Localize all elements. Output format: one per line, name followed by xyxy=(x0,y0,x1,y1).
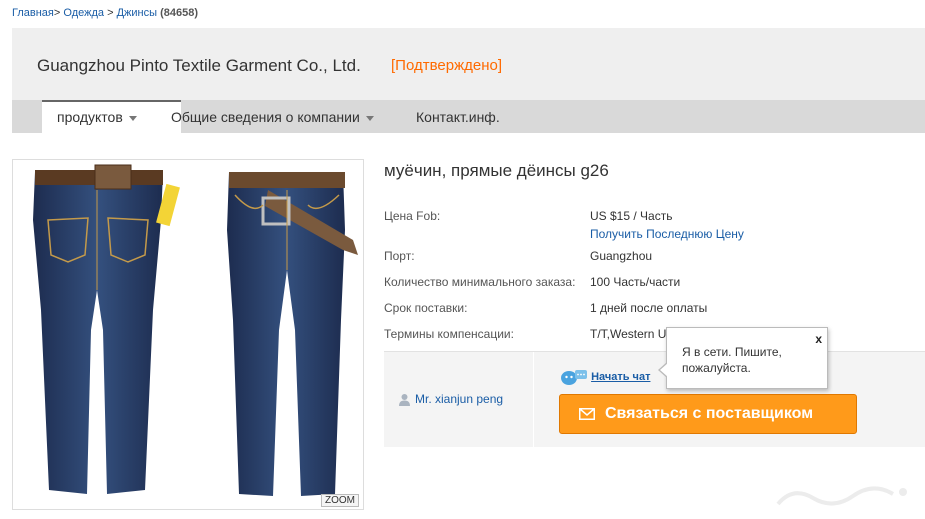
company-name: Guangzhou Pinto Textile Garment Co., Ltd… xyxy=(37,56,361,75)
info-value: Guangzhou xyxy=(590,249,653,263)
chevron-down-icon xyxy=(128,115,137,121)
latest-price-link[interactable]: Получить Последнюю Цену xyxy=(590,227,744,241)
product-image[interactable]: ZOOM xyxy=(12,159,364,510)
contact-box: Mr. xianjun peng Начать чат Связаться с … xyxy=(384,351,925,448)
verified-badge: [Подтверждено] xyxy=(391,57,502,74)
start-chat[interactable]: Начать чат xyxy=(560,368,650,386)
breadcrumb-home-link[interactable]: Главная xyxy=(12,7,54,19)
info-value: 100 Часть/части xyxy=(590,275,681,289)
contact-person-link[interactable]: Mr. xianjun peng xyxy=(415,392,503,406)
contact-supplier-label: Связаться с поставщиком xyxy=(605,405,814,422)
company-nav: продуктов Общие сведения о компании Конт… xyxy=(12,100,925,133)
tab-products-label: продуктов xyxy=(57,109,123,125)
breadcrumb-category-link[interactable]: Одежда xyxy=(63,7,104,19)
product-title: муёчин, прямые дёинсы g26 xyxy=(384,161,609,180)
contact-supplier-button[interactable]: Связаться с поставщиком xyxy=(559,394,857,434)
mail-icon xyxy=(579,408,595,420)
info-value: 1 дней после оплаты xyxy=(590,301,708,315)
jeans-image xyxy=(33,164,358,496)
popup-message: Я в сети. Пишите, пожалуйста. xyxy=(682,345,782,375)
zoom-button[interactable]: ZOOM xyxy=(321,494,359,507)
chat-icon xyxy=(561,370,587,385)
breadcrumb: Главная> Одежда > Джинсы (84658) xyxy=(12,7,198,19)
breadcrumb-separator: > xyxy=(53,7,61,19)
popup-arrow xyxy=(658,362,668,378)
company-header: Guangzhou Pinto Textile Garment Co., Ltd… xyxy=(12,28,925,100)
tab-company-info[interactable]: Общие сведения о компании xyxy=(171,100,374,133)
info-label: Срок поставки: xyxy=(384,301,468,315)
tab-contacts[interactable]: Контакт.инф. xyxy=(416,100,500,133)
start-chat-link[interactable]: Начать чат xyxy=(591,371,650,383)
breadcrumb-separator: > xyxy=(107,7,114,19)
watermark-icon xyxy=(776,486,907,506)
tab-products[interactable]: продуктов xyxy=(42,100,181,133)
breadcrumb-subcategory-link[interactable]: Джинсы xyxy=(117,7,157,19)
watermark-logo xyxy=(773,484,913,516)
info-label: Количество минимального заказа: xyxy=(384,275,576,289)
info-value: US $15 / Часть xyxy=(590,209,673,223)
info-label: Порт: xyxy=(384,249,415,263)
tab-contacts-label: Контакт.инф. xyxy=(416,109,500,125)
breadcrumb-count: (84658) xyxy=(160,7,198,19)
info-value: T/T,Western U xyxy=(590,327,667,341)
info-label: Цена Fob: xyxy=(384,209,441,223)
tab-company-info-label: Общие сведения о компании xyxy=(171,109,360,125)
info-label: Термины компенсации: xyxy=(384,327,514,341)
chevron-down-icon xyxy=(365,115,374,121)
online-popup: x Я в сети. Пишите, пожалуйста. xyxy=(658,327,828,389)
person-icon xyxy=(399,394,410,407)
divider xyxy=(533,352,534,448)
close-icon[interactable]: x xyxy=(815,331,822,347)
contact-person: Mr. xianjun peng xyxy=(398,392,503,407)
